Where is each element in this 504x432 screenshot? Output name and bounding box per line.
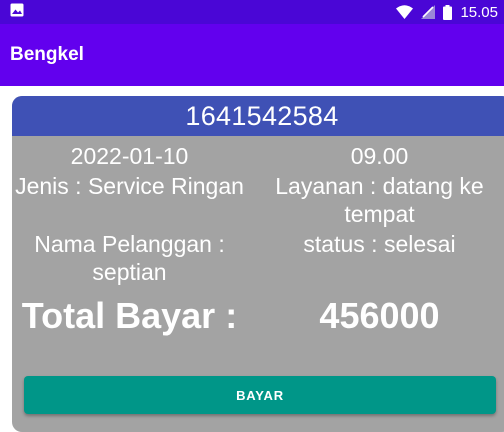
total-label: Total Bayar : [21,295,238,336]
service-type: Jenis : Service Ringan [15,173,244,199]
service-mode: Layanan : datang ke tempat [275,173,484,227]
customer-name: Nama Pelanggan : septian [34,231,225,285]
status-bar: 15.05 [0,0,504,24]
status-left [10,3,24,21]
order-id: 1641542584 [185,100,339,131]
image-icon [10,3,24,21]
order-card: 1641542584 2022-01-10 09.00 Jenis : Serv… [12,96,504,432]
status-right: 15.05 [396,4,498,21]
battery-icon [443,4,453,20]
total-row: Total Bayar : 456000 [12,294,504,338]
total-value: 456000 [319,295,440,336]
customer-status-row: Nama Pelanggan : septian status : selesa… [12,230,504,286]
order-id-header: 1641542584 [12,96,504,136]
date-time-row: 2022-01-10 09.00 [12,142,504,170]
clock-time: 15.05 [460,3,498,21]
order-status: status : selesai [303,231,456,257]
wifi-icon [396,5,414,19]
order-date: 2022-01-10 [70,143,189,169]
pay-button[interactable]: BAYAR [24,376,496,414]
signal-icon [421,5,436,19]
app-title: Bengkel [10,44,84,65]
app-bar: Bengkel [0,24,504,86]
type-service-row: Jenis : Service Ringan Layanan : datang … [12,172,504,228]
order-time: 09.00 [350,143,409,169]
